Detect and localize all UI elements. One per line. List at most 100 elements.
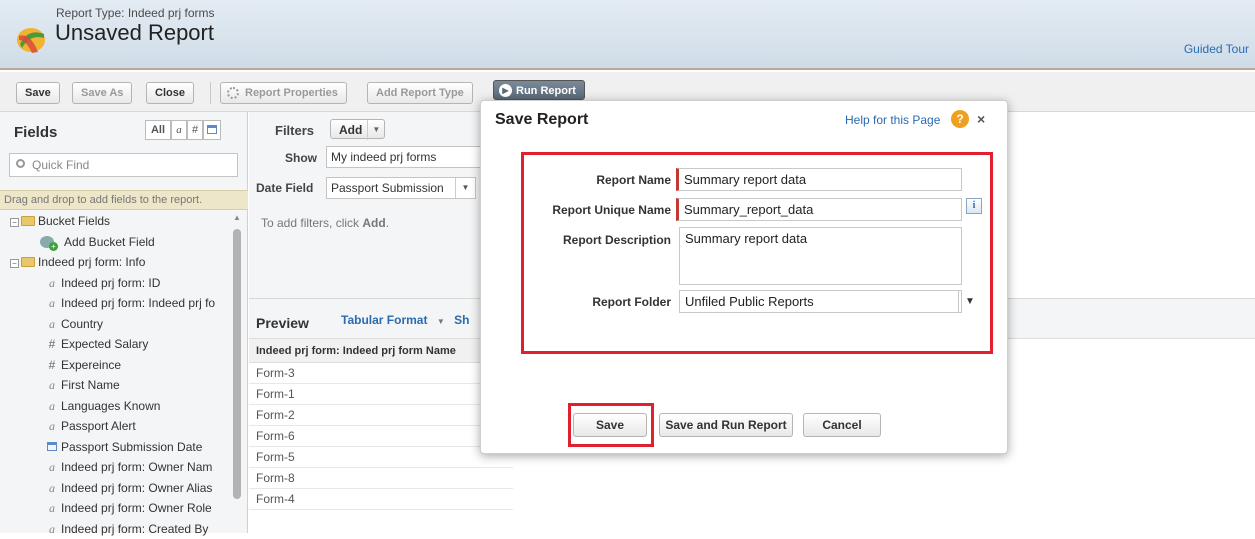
- play-icon: ▶: [499, 84, 512, 97]
- date-field-select[interactable]: Passport Submission ▼: [326, 177, 476, 199]
- tree-item-label: Expected Salary: [61, 337, 148, 351]
- filter-hint-suffix: .: [386, 216, 389, 230]
- table-row: Form-6: [249, 426, 513, 447]
- tree-field[interactable]: aIndeed prj form: Owner Alias: [0, 478, 232, 499]
- close-button[interactable]: Close: [146, 82, 194, 104]
- scroll-up-icon[interactable]: ▲: [233, 213, 241, 222]
- save-button[interactable]: Save: [16, 82, 60, 104]
- tree-field[interactable]: aIndeed prj form: Indeed prj fo: [0, 293, 232, 314]
- fields-tree: −Bucket Fields+Add Bucket Field−Indeed p…: [0, 211, 232, 539]
- collapse-icon[interactable]: −: [10, 218, 19, 227]
- report-name-label: Report Name: [481, 173, 671, 187]
- filter-date-button[interactable]: [203, 120, 221, 140]
- tree-field[interactable]: aFirst Name: [0, 375, 232, 396]
- tree-item-label: Indeed prj form: Created By: [61, 522, 208, 536]
- toolbar-divider: [210, 82, 211, 104]
- filter-hint: To add filters, click Add.: [261, 216, 389, 230]
- save-and-run-button[interactable]: Save and Run Report: [659, 413, 793, 437]
- save-as-button[interactable]: Save As: [72, 82, 132, 104]
- calendar-icon: [46, 439, 58, 458]
- date-field-value: Passport Submission: [331, 181, 444, 195]
- filter-number-button[interactable]: #: [187, 120, 203, 140]
- format-dropdown[interactable]: Tabular Format ▼ Sh: [341, 313, 469, 327]
- filter-hint-prefix: To add filters, click: [261, 216, 362, 230]
- text-field-icon: a: [46, 375, 58, 396]
- fields-panel: Fields All a # Quick Find Drag and drop …: [0, 112, 248, 533]
- tree-field[interactable]: aIndeed prj form: Owner Nam: [0, 457, 232, 478]
- tree-field[interactable]: aCountry: [0, 314, 232, 335]
- fields-scrollbar[interactable]: ▲: [232, 211, 242, 531]
- report-properties-button[interactable]: Report Properties: [220, 82, 347, 104]
- page-title: Unsaved Report: [55, 20, 214, 46]
- chevron-down-icon[interactable]: ▼: [958, 290, 981, 313]
- help-icon[interactable]: ?: [951, 110, 969, 128]
- tree-field[interactable]: aPassport Alert: [0, 416, 232, 437]
- tree-field[interactable]: aIndeed prj form: Owner Role: [0, 498, 232, 519]
- gear-icon: [227, 87, 239, 99]
- guided-tour-link[interactable]: Guided Tour: [1184, 42, 1249, 56]
- tree-item-label: Add Bucket Field: [64, 235, 155, 249]
- quick-find-input[interactable]: Quick Find: [9, 153, 238, 177]
- run-report-button[interactable]: ▶ Run Report: [493, 80, 585, 100]
- filter-all-button[interactable]: All: [145, 120, 171, 140]
- search-icon: [16, 159, 25, 168]
- preview-column-header[interactable]: Indeed prj form: Indeed prj form Name: [249, 339, 489, 363]
- add-report-type-button[interactable]: Add Report Type: [367, 82, 473, 104]
- show-label: Show: [285, 151, 317, 165]
- dialog-save-button[interactable]: Save: [573, 413, 647, 437]
- info-icon[interactable]: i: [966, 198, 982, 214]
- tree-field[interactable]: aIndeed prj form: Created By: [0, 519, 232, 539]
- save-report-dialog: Save Report Help for this Page ? × Repor…: [480, 100, 1008, 454]
- quick-find-placeholder: Quick Find: [32, 158, 89, 172]
- tree-item-label: Expereince: [61, 358, 121, 372]
- text-field-icon: a: [46, 498, 58, 519]
- tree-folder[interactable]: − Bucket Fields: [0, 211, 232, 232]
- page-header: Report Type: Indeed prj forms Unsaved Re…: [0, 0, 1255, 70]
- tree-field[interactable]: aIndeed prj form: ID: [0, 273, 232, 294]
- add-filter-label: Add: [339, 123, 362, 137]
- tree-item-label: Country: [61, 317, 103, 331]
- text-field-icon: a: [46, 457, 58, 478]
- tree-field[interactable]: aLanguages Known: [0, 396, 232, 417]
- filter-text-button[interactable]: a: [171, 120, 187, 140]
- tree-item-label: Passport Alert: [61, 419, 136, 433]
- report-folder-label: Report Folder: [481, 295, 671, 309]
- report-name-input[interactable]: [676, 168, 962, 191]
- filters-panel: Filters Add ▼ Show My indeed prj forms D…: [249, 112, 485, 298]
- preview-title: Preview: [256, 315, 309, 331]
- text-field-icon: a: [46, 416, 58, 437]
- tree-item-label: Indeed prj form: Indeed prj fo: [61, 296, 215, 310]
- report-folder-select[interactable]: Unfiled Public Reports: [679, 290, 962, 313]
- report-description-label: Report Description: [481, 233, 671, 247]
- collapse-icon[interactable]: −: [10, 259, 19, 268]
- show-select[interactable]: My indeed prj forms: [326, 146, 486, 168]
- add-filter-button[interactable]: Add ▼: [330, 119, 385, 139]
- scroll-thumb[interactable]: [233, 229, 241, 499]
- help-link[interactable]: Help for this Page: [845, 113, 940, 127]
- tree-item-label: Bucket Fields: [38, 214, 110, 228]
- tree-item-label: First Name: [61, 378, 120, 392]
- tree-field[interactable]: #Expected Salary: [0, 334, 232, 355]
- text-field-icon: a: [46, 396, 58, 417]
- show-dropdown-label[interactable]: Sh: [454, 313, 469, 327]
- close-icon[interactable]: ×: [977, 111, 985, 127]
- report-unique-name-label: Report Unique Name: [481, 203, 671, 217]
- format-label: Tabular Format: [341, 313, 427, 327]
- report-description-textarea[interactable]: Summary report data: [679, 227, 962, 285]
- filter-hint-add: Add: [362, 216, 385, 230]
- table-row: Form-8: [249, 468, 513, 489]
- cancel-button[interactable]: Cancel: [803, 413, 881, 437]
- table-row: Form-4: [249, 489, 513, 510]
- tree-folder[interactable]: −Indeed prj form: Info: [0, 252, 232, 273]
- tree-item-label: Indeed prj form: ID: [61, 276, 160, 290]
- tree-item-label: Indeed prj form: Owner Nam: [61, 460, 212, 474]
- tree-field[interactable]: +Add Bucket Field: [0, 232, 232, 253]
- filters-label: Filters: [275, 123, 314, 138]
- report-unique-name-input[interactable]: [676, 198, 962, 221]
- chevron-down-icon: ▼: [437, 317, 445, 326]
- tree-field[interactable]: #Expereince: [0, 355, 232, 376]
- table-row: Form-3: [249, 363, 513, 384]
- table-row: Form-1: [249, 384, 513, 405]
- text-field-icon: a: [46, 314, 58, 335]
- tree-field[interactable]: Passport Submission Date: [0, 437, 232, 458]
